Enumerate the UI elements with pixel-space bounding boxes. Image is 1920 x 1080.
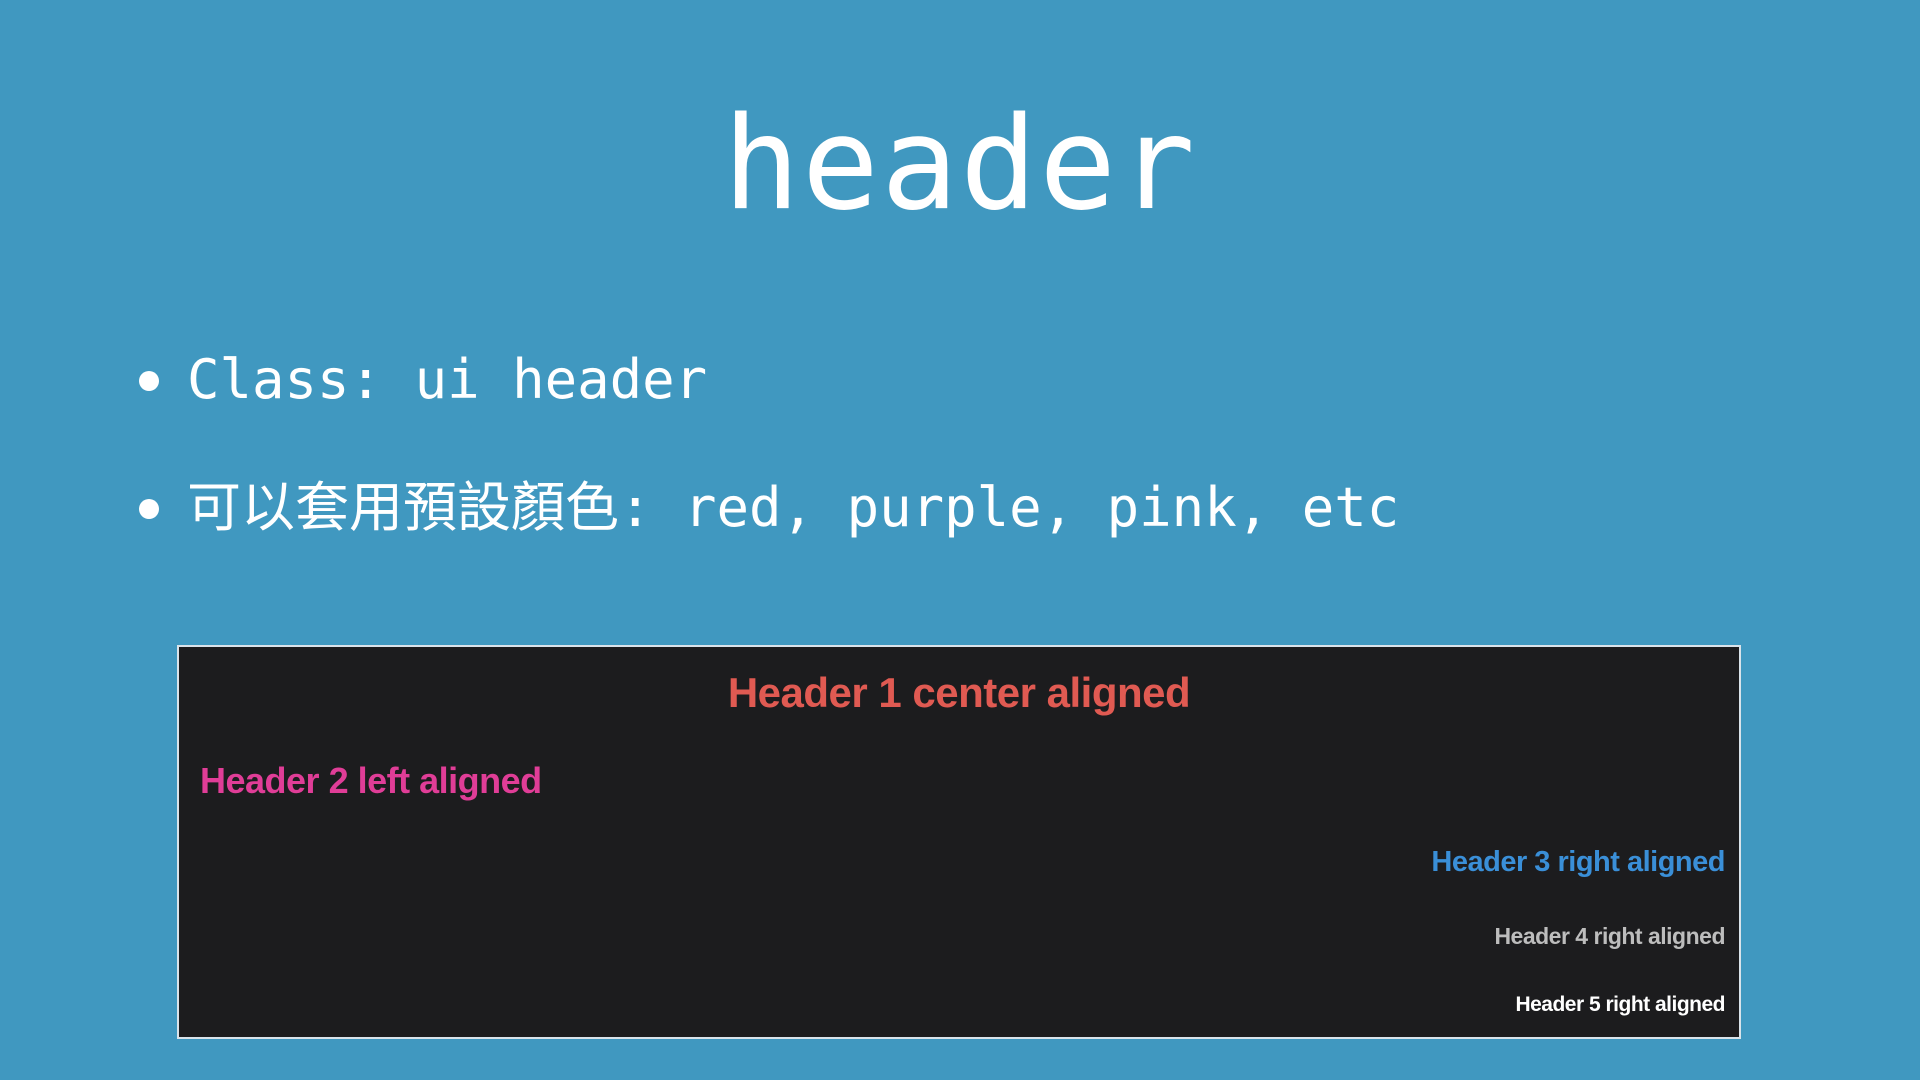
demo-header-3: Header 3 right aligned <box>1431 846 1725 878</box>
bullet-item-class: Class: ui header <box>135 352 1399 408</box>
bullet-list: Class: ui header 可以套用預設顏色: red, purple, … <box>135 352 1399 536</box>
slide-title: header <box>722 90 1198 239</box>
bullet-text-class: Class: ui header <box>187 348 708 411</box>
bullet-dot-icon <box>139 499 159 519</box>
demo-header-5: Header 5 right aligned <box>1515 993 1725 1016</box>
bullet-text-colors: 可以套用預設顏色: red, purple, pink, etc <box>187 476 1400 539</box>
demo-header-1: Header 1 center aligned <box>727 669 1191 716</box>
header-demo-panel: Header 1 center aligned Header 2 left al… <box>177 645 1741 1039</box>
demo-header-2: Header 2 left aligned <box>200 760 542 801</box>
bullet-item-colors: 可以套用預設顏色: red, purple, pink, etc <box>135 480 1399 536</box>
demo-header-4: Header 4 right aligned <box>1494 923 1725 949</box>
bullet-dot-icon <box>139 371 159 391</box>
